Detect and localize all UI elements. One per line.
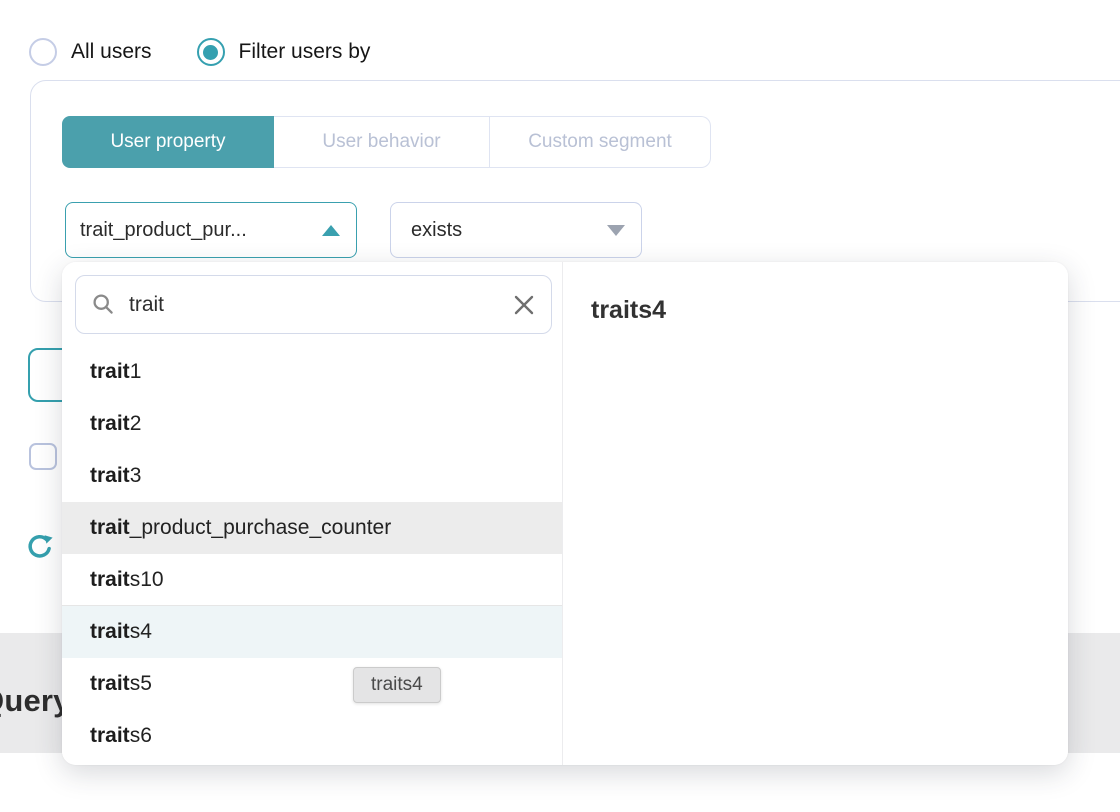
dropdown-options-list: trait1trait2trait3trait_product_purchase… [62,346,562,762]
dropdown-option-trait_product_purchase_counter[interactable]: trait_product_purchase_counter [62,502,562,554]
dropdown-list-pane: trait1trait2trait3trait_product_purchase… [62,262,562,765]
option-rest-text: s6 [130,724,152,748]
radio-option-all-users[interactable]: All users [29,38,152,66]
option-match-text: trait [90,360,130,384]
tooltip: traits4 [353,667,441,703]
property-detail-pane: traits4 [563,262,1068,765]
dropdown-option-trait3[interactable]: trait3 [62,450,562,502]
tab-user-property[interactable]: User property [62,116,274,168]
clear-search-icon[interactable] [513,294,535,316]
dropdown-option-traits10[interactable]: traits10 [62,554,562,606]
option-rest-text: _product_purchase_counter [130,516,392,540]
operator-select-value: exists [411,219,462,242]
dropdown-option-traits5[interactable]: traits5 [62,658,562,710]
tab-user-behavior[interactable]: User behavior [274,116,490,168]
chevron-down-icon [607,225,625,236]
dropdown-search-box [75,275,552,334]
selected-property-title: traits4 [591,296,1068,325]
radio-selected-icon[interactable] [197,38,225,66]
dropdown-option-traits6[interactable]: traits6 [62,710,562,762]
option-rest-text: s4 [130,620,152,644]
radio-label: All users [71,40,152,64]
radio-dot [36,45,51,60]
radio-unselected-icon[interactable] [29,38,57,66]
option-rest-text: 2 [130,412,142,436]
query-section-title: Query [0,683,71,719]
option-match-text: trait [90,412,130,436]
tab-custom-segment[interactable]: Custom segment [490,116,711,168]
option-match-text: trait [90,464,130,488]
radio-dot [203,45,218,60]
page: All users Filter users by User propertyUs… [0,0,1120,812]
option-rest-text: s10 [130,568,164,592]
filter-type-tabs: User propertyUser behaviorCustom segment [62,116,711,168]
option-match-text: trait [90,724,130,748]
user-filter-radio-group: All users Filter users by [29,38,370,66]
property-select[interactable]: trait_product_pur... [65,202,357,258]
checkbox[interactable] [29,443,57,470]
dropdown-option-trait2[interactable]: trait2 [62,398,562,450]
search-input[interactable] [127,292,513,318]
option-match-text: trait [90,672,130,696]
operator-select[interactable]: exists [390,202,642,258]
property-dropdown-popover: trait1trait2trait3trait_product_purchase… [62,262,1068,765]
option-match-text: trait [90,568,130,592]
option-match-text: trait [90,620,130,644]
option-rest-text: s5 [130,672,152,696]
property-select-value: trait_product_pur... [80,219,247,242]
dropdown-option-trait1[interactable]: trait1 [62,346,562,398]
refresh-icon[interactable] [26,534,53,561]
option-rest-text: 3 [130,464,142,488]
search-icon [92,293,115,316]
option-rest-text: 1 [130,360,142,384]
radio-label: Filter users by [239,40,371,64]
chevron-up-icon [322,225,340,236]
radio-option-filter-users-by[interactable]: Filter users by [197,38,371,66]
dropdown-option-traits4[interactable]: traits4 [62,606,562,658]
option-match-text: trait [90,516,130,540]
